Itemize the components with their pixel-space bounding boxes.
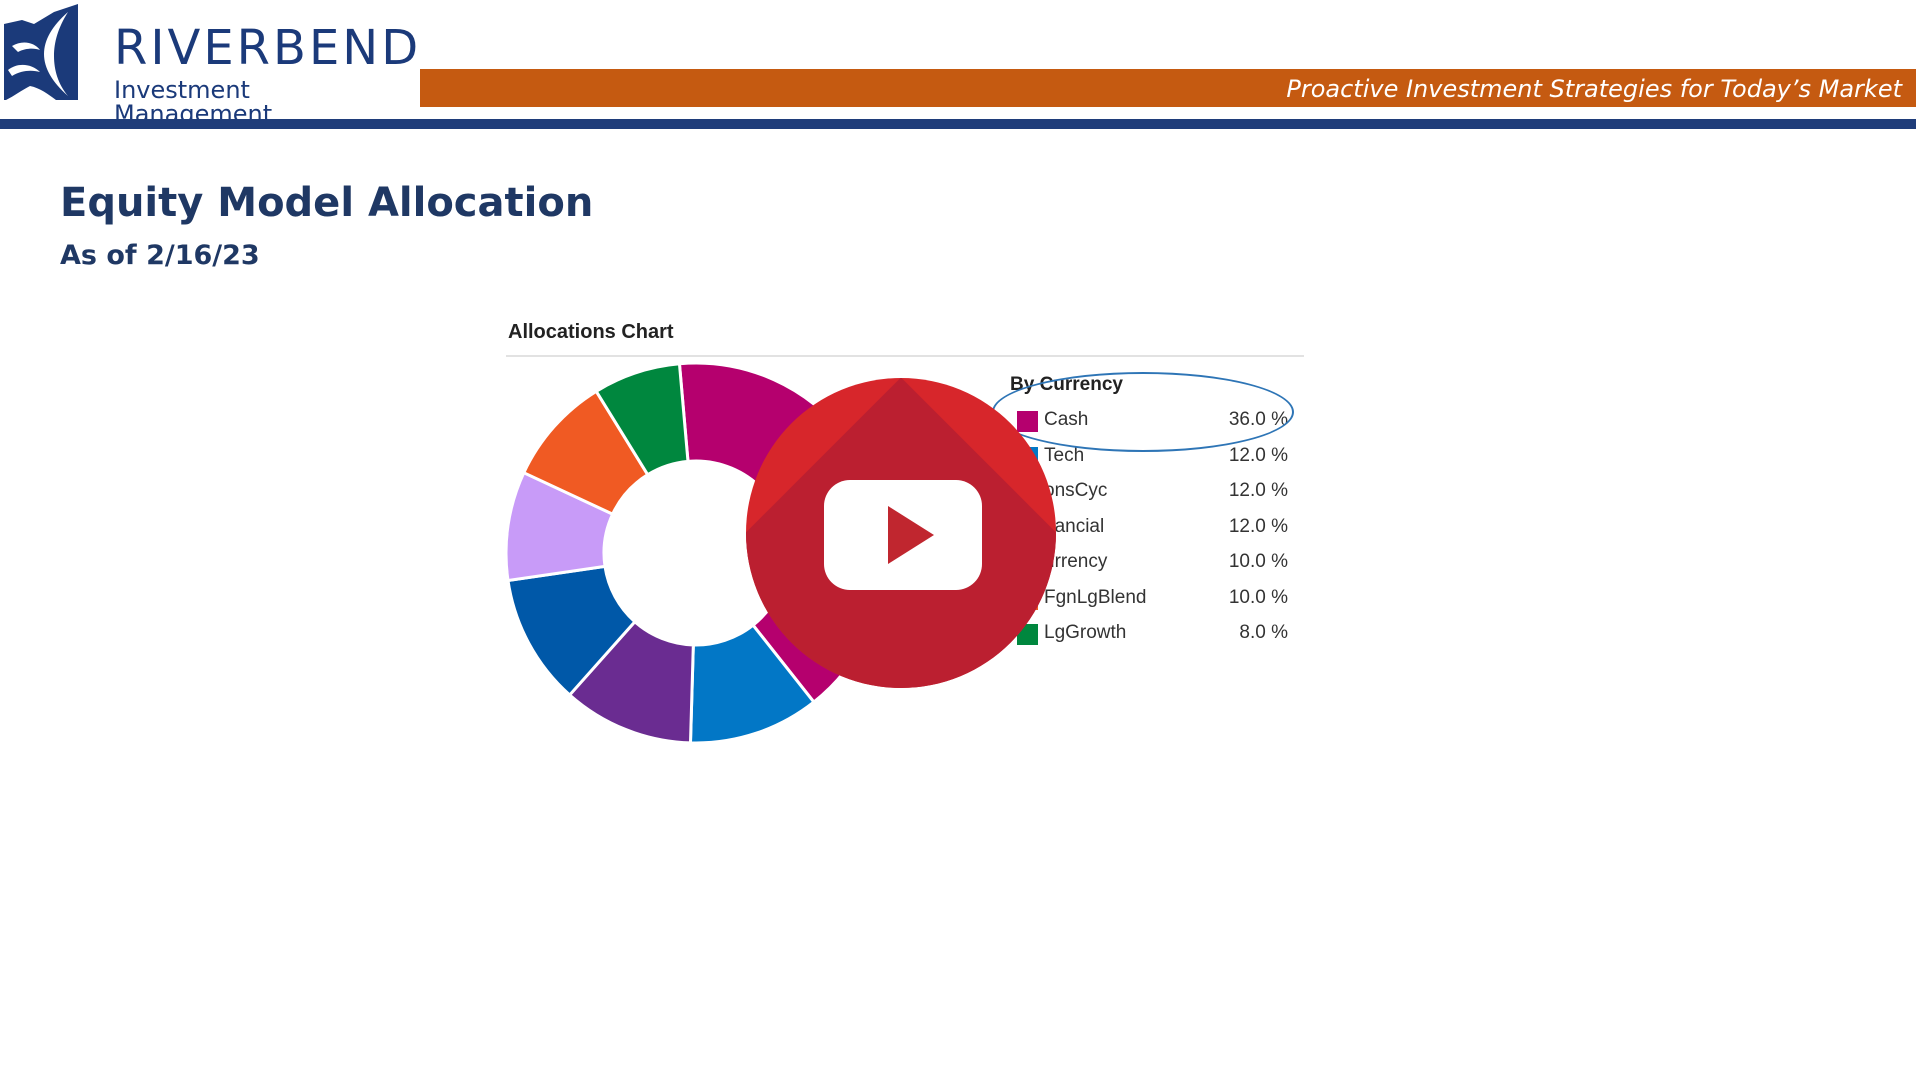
- riverbend-logo-icon: [4, 4, 78, 100]
- legend-value: 10.0 %: [1228, 551, 1288, 572]
- legend-value: 12.0 %: [1228, 515, 1288, 537]
- orange-band: Proactive Investment Strategies for Toda…: [420, 69, 1916, 107]
- logo-name: RIVERBEND: [114, 20, 422, 76]
- page-title: Equity Model Allocation: [60, 180, 594, 226]
- legend-label: onsCyc: [1044, 480, 1108, 501]
- legend-value: 12.0 %: [1228, 444, 1288, 466]
- legend-label: FgnLgBlend: [1044, 586, 1147, 608]
- page-subtitle: As of 2/16/23: [60, 240, 260, 271]
- chart-divider: [506, 355, 1304, 357]
- legend-value: 10.0 %: [1228, 586, 1288, 608]
- header: RIVERBEND Investment Management Proactiv…: [0, 0, 1920, 132]
- chart-title: Allocations Chart: [508, 321, 674, 343]
- tagline: Proactive Investment Strategies for Toda…: [1286, 75, 1902, 103]
- legend-value: 12.0 %: [1228, 480, 1288, 501]
- video-play-overlay[interactable]: [746, 378, 1056, 688]
- highlight-ellipse: [992, 372, 1294, 452]
- legend-label: LgGrowth: [1044, 622, 1127, 643]
- play-triangle-icon: [888, 506, 934, 564]
- legend-value: 8.0 %: [1239, 622, 1288, 643]
- riverbend-logo: RIVERBEND Investment Management: [4, 4, 418, 126]
- header-rule: [0, 119, 1916, 129]
- play-icon[interactable]: [824, 480, 982, 590]
